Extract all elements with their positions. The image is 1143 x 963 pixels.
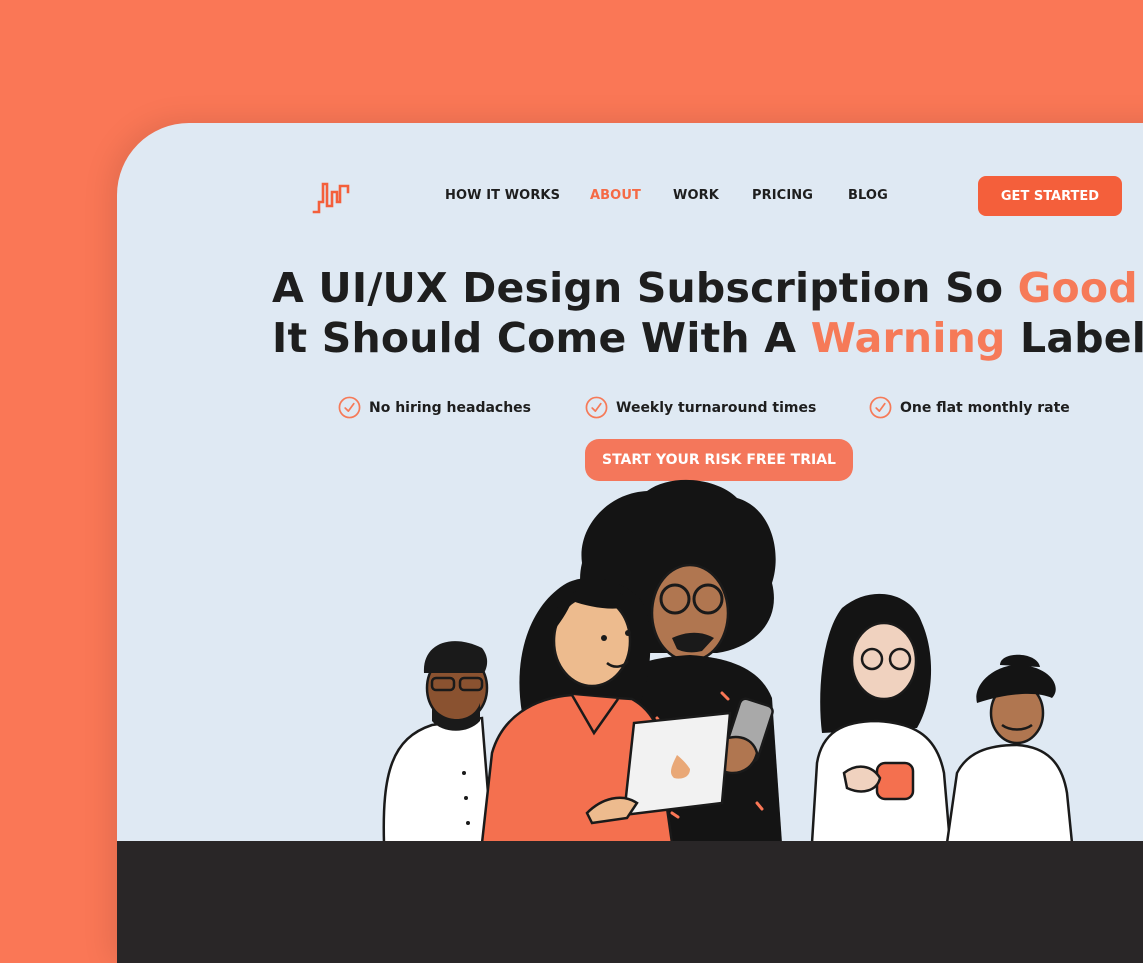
feature-no-hiring: No hiring headaches <box>338 396 531 419</box>
feature-label: One flat monthly rate <box>900 399 1070 416</box>
headline-line2: It Should Come With A Warning Label <box>272 314 1143 362</box>
hero-headline: A UI/UX Design Subscription So Good It S… <box>272 263 1143 363</box>
headline-line2-end: Label <box>1005 314 1143 362</box>
feature-weekly-turnaround: Weekly turnaround times <box>585 396 816 419</box>
get-started-button[interactable]: GET STARTED <box>978 176 1122 216</box>
headline-line2-text: It Should Come With A <box>272 314 811 362</box>
feature-label: No hiring headaches <box>369 399 532 416</box>
headline-line1-text: A UI/UX Design Subscription So <box>272 264 1018 312</box>
feature-label: Weekly turnaround times <box>616 399 817 416</box>
nav-item-about[interactable]: ABOUT <box>590 188 641 203</box>
nav-item-how-it-works[interactable]: HOW IT WORKS <box>445 188 560 203</box>
feature-flat-rate: One flat monthly rate <box>869 396 1070 419</box>
check-circle-icon <box>338 396 361 419</box>
person-mug-woman <box>810 593 952 843</box>
nav-item-work[interactable]: WORK <box>673 188 719 203</box>
dark-section-band <box>117 841 1143 963</box>
check-circle-icon <box>869 396 892 419</box>
logo-icon[interactable] <box>312 180 352 214</box>
headline-highlight-good: Good <box>1017 264 1138 312</box>
nav-item-blog[interactable]: BLOG <box>848 188 888 203</box>
person-hat-man <box>945 654 1074 843</box>
team-illustration <box>382 479 1074 843</box>
person-left-man <box>382 641 494 843</box>
headline-highlight-warning: Warning <box>810 314 1006 362</box>
headline-line1: A UI/UX Design Subscription So Good <box>272 264 1138 312</box>
nav-item-pricing[interactable]: PRICING <box>752 188 813 203</box>
check-circle-icon <box>585 396 608 419</box>
browser-frame: HOW IT WORKS ABOUT WORK PRICING BLOG GET… <box>117 123 1143 963</box>
